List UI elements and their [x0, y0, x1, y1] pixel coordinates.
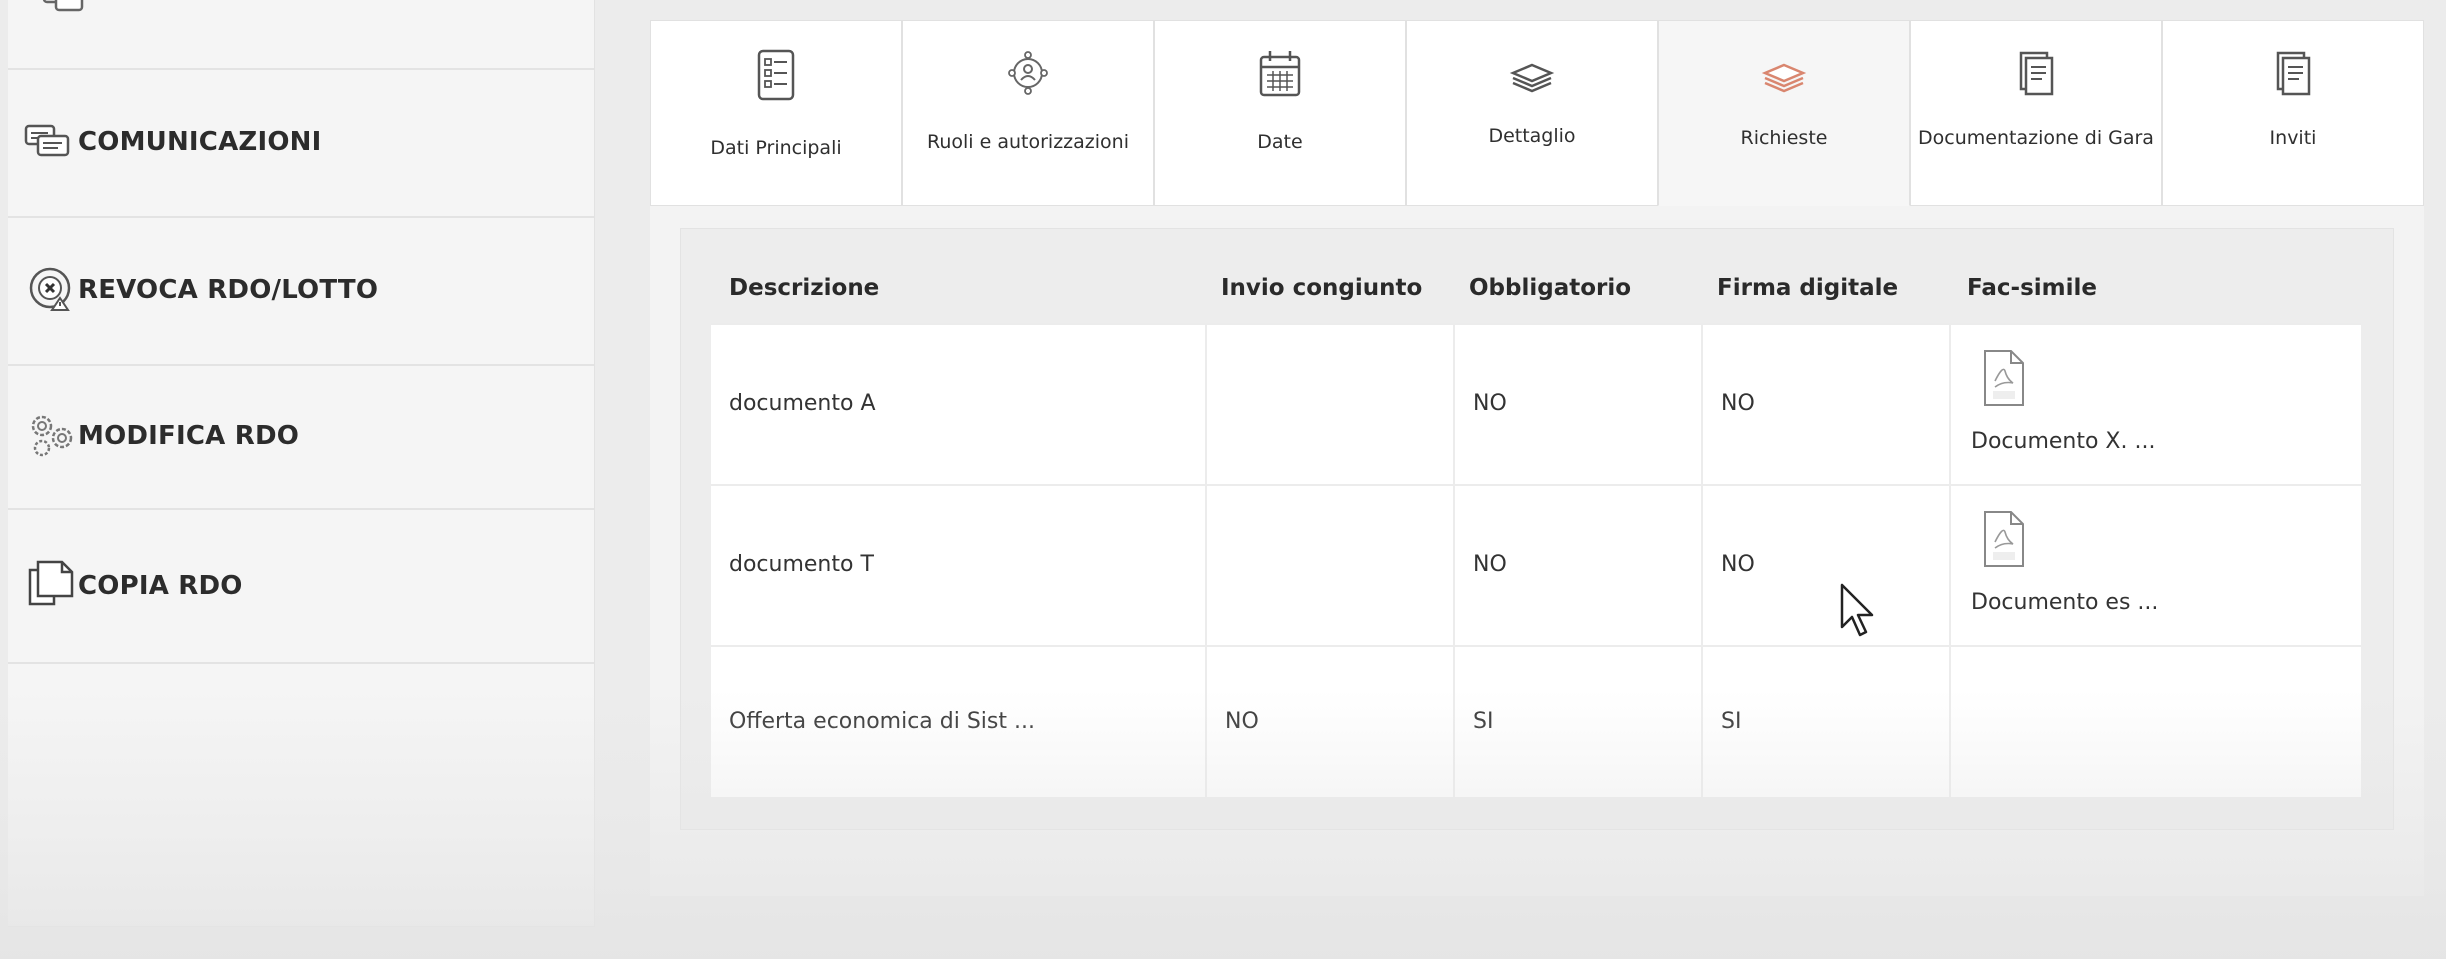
sidebar-divider: [8, 364, 594, 366]
cell-firma-digitale: NO: [1701, 325, 1949, 486]
sidebar-item-copia[interactable]: COPIA RDO: [8, 556, 594, 616]
table-header: Descrizione Invio congiunto Obbligatorio…: [711, 229, 2361, 321]
sidebar-item-label: COPIA RDO: [78, 571, 243, 601]
tab-label: Documentazione di Gara: [1918, 127, 2154, 149]
tab-label: Richieste: [1740, 127, 1828, 149]
layers-icon: [1509, 63, 1555, 93]
tab-label: Ruoli e autorizzazioni: [927, 131, 1129, 153]
chat-bubbles-icon: [24, 124, 70, 157]
cell-descrizione: documento T: [729, 552, 874, 577]
column-header-descrizione: Descrizione: [729, 275, 880, 301]
sidebar-item-revoca[interactable]: REVOCA RDO/LOTTO: [8, 260, 594, 320]
fac-simile-link[interactable]: Documento es ...: [1971, 590, 2158, 615]
sidebar-item-comunicazioni[interactable]: COMUNICAZIONI: [8, 112, 594, 172]
table-row: Offerta economica di Sist ... NO SI SI: [711, 645, 2361, 797]
tab-ruoli-autorizzazioni[interactable]: Ruoli e autorizzazioni: [902, 20, 1154, 206]
tab-label: Date: [1257, 131, 1303, 153]
documents-icon: [2276, 51, 2311, 96]
roles-icon: [1008, 51, 1048, 95]
cell-obbligatorio: SI: [1453, 647, 1701, 797]
tab-label: Dettaglio: [1488, 125, 1576, 147]
sidebar-divider: [8, 68, 594, 70]
gears-icon: [31, 415, 73, 457]
cell-firma-digitale: NO: [1701, 486, 1949, 647]
copy-icon: [28, 560, 74, 606]
mouse-pointer-icon: [1840, 583, 1874, 637]
tab-documentazione-gara[interactable]: Documentazione di Gara: [1910, 20, 2162, 206]
tab-date[interactable]: Date: [1154, 20, 1406, 206]
table-row: documento A NO NO Documento X. ...: [711, 323, 2361, 486]
column-header-firma-digitale: Firma digitale: [1717, 275, 1899, 301]
fac-simile-link[interactable]: Documento X. ...: [1971, 429, 2155, 454]
sidebar-item-label: REVOCA RDO/LOTTO: [78, 275, 379, 305]
tab-bar: Dati Principali Ruoli e autorizzazioni D…: [650, 20, 2424, 206]
cell-invio-congiunto: NO: [1205, 647, 1453, 797]
cell-invio-congiunto: [1205, 325, 1453, 486]
sidebar-item-label: COMUNICAZIONI: [78, 127, 322, 157]
cell-descrizione: Offerta economica di Sist ...: [729, 709, 1035, 734]
cell-obbligatorio: NO: [1453, 325, 1701, 486]
tab-inviti[interactable]: Inviti: [2162, 20, 2424, 206]
tab-richieste[interactable]: Richieste: [1658, 20, 1910, 206]
cell-obbligatorio: NO: [1453, 486, 1701, 647]
cell-descrizione: documento A: [729, 391, 876, 416]
layers-icon: [1761, 63, 1807, 93]
sidebar-divider: [8, 662, 594, 664]
calendar-icon: [1259, 51, 1301, 97]
sidebar-divider: [8, 508, 594, 510]
column-header-fac-simile: Fac-simile: [1967, 275, 2097, 301]
sidebar: COMUNICAZIONI REVOCA RDO/LOTTO MODIFICA …: [8, 0, 595, 927]
cell-invio-congiunto: [1205, 486, 1453, 647]
sidebar-item-modifica[interactable]: MODIFICA RDO: [8, 406, 594, 466]
table-row: documento T NO NO Documento es ...: [711, 484, 2361, 647]
tab-dettaglio[interactable]: Dettaglio: [1406, 20, 1658, 206]
tab-dati-principali[interactable]: Dati Principali: [650, 20, 902, 206]
requests-table: Descrizione Invio congiunto Obbligatorio…: [680, 228, 2394, 830]
list-document-icon: [757, 49, 795, 101]
tab-label: Inviti: [2269, 127, 2317, 149]
tab-label: Dati Principali: [710, 137, 842, 159]
column-header-obbligatorio: Obbligatorio: [1469, 275, 1632, 301]
pdf-file-icon[interactable]: [1981, 349, 2027, 407]
sidebar-item-label: MODIFICA RDO: [78, 421, 300, 451]
cell-fac-simile: Documento X. ...: [1949, 325, 2361, 486]
revoke-icon: [29, 267, 71, 311]
pdf-file-icon[interactable]: [1981, 510, 2027, 568]
sidebar-divider: [8, 216, 594, 218]
chat-bubbles-icon: [42, 0, 84, 12]
column-header-invio-congiunto: Invio congiunto: [1221, 275, 1423, 301]
cell-fac-simile: [1949, 647, 2361, 797]
documents-icon: [2019, 51, 2054, 96]
cell-fac-simile: Documento es ...: [1949, 486, 2361, 647]
cell-firma-digitale: SI: [1701, 647, 1949, 797]
